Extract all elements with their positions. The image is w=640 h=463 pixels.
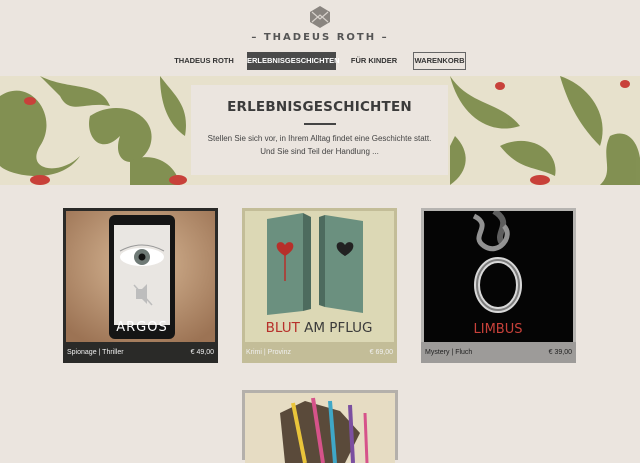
product-cover-image[interactable]	[245, 393, 395, 463]
product-cover-image[interactable]: BLUT AM PFLUG	[245, 211, 394, 342]
nav-item-erlebnisgeschichten[interactable]: ERLEBNISGESCHICHTEN	[247, 52, 340, 70]
product-footer: Krimi | Provinz € 69,00	[242, 342, 397, 363]
product-price: € 39,00	[548, 349, 572, 356]
nav-item-fuer-kinder[interactable]: FÜR KINDER	[348, 52, 400, 70]
product-genre: Krimi | Provinz	[246, 349, 291, 356]
product-footer: Spionage | Thriller € 49,00	[63, 342, 218, 363]
product-price: € 69,00	[369, 349, 393, 356]
logo-icon[interactable]	[309, 5, 331, 29]
brand-title: – THADEUS ROTH –	[251, 32, 389, 43]
product-footer: Mystery | Fluch € 39,00	[421, 342, 576, 363]
brand-name: THADEUS ROTH	[263, 32, 377, 43]
banner-title: ERLEBNISGESCHICHTEN	[227, 99, 412, 115]
product-cover-title: LIMBUS	[474, 322, 523, 337]
product-cover-image[interactable]: LIMBUS	[424, 211, 573, 342]
product-genre: Mystery | Fluch	[425, 349, 473, 356]
product-cover-title: ARGOS	[116, 320, 167, 335]
product-price: € 49,00	[190, 349, 214, 356]
product-cover-image[interactable]: ARGOS	[66, 211, 215, 342]
banner-text: Stellen Sie sich vor, in Ihrem Alltag fi…	[207, 134, 432, 156]
banner-textbox: ERLEBNISGESCHICHTEN Stellen Sie sich vor…	[191, 85, 448, 175]
nav-item-thadeus-roth[interactable]: THADEUS ROTH	[172, 52, 236, 70]
main-nav: THADEUS ROTH ERLEBNISGESCHICHTEN FÜR KIN…	[0, 52, 640, 70]
product-card-blut-am-pflug[interactable]: BLUT AM PFLUG Krimi | Provinz € 69,00	[242, 208, 397, 363]
product-genre: Spionage | Thriller	[67, 349, 124, 356]
nav-item-warenkorb[interactable]: WARENKORB	[413, 52, 466, 70]
banner-divider	[303, 123, 336, 125]
hero-banner: ERLEBNISGESCHICHTEN Stellen Sie sich vor…	[0, 76, 640, 185]
product-card-4[interactable]	[242, 390, 398, 463]
product-card-limbus[interactable]: LIMBUS Mystery | Fluch € 39,00	[421, 208, 576, 363]
product-cover-title: BLUT AM PFLUG	[266, 320, 373, 336]
product-card-argos[interactable]: ARGOS Spionage | Thriller € 49,00	[63, 208, 218, 363]
